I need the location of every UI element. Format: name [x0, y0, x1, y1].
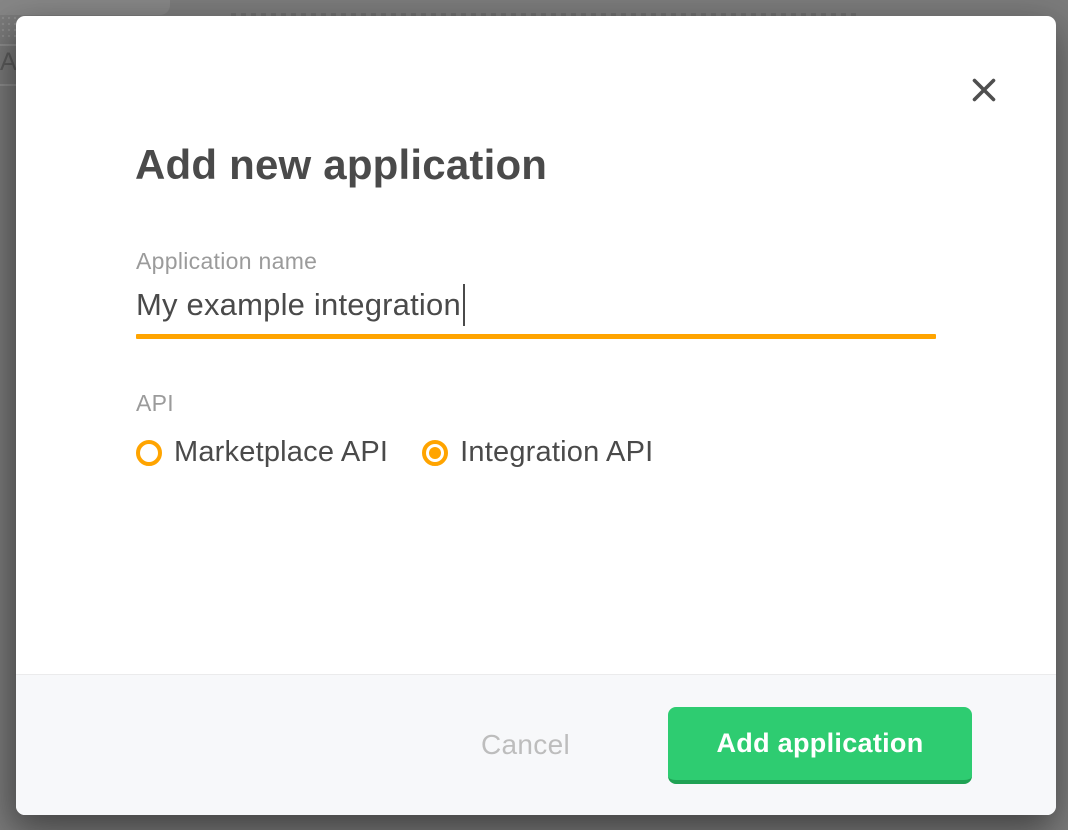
application-name-value: My example integration: [136, 287, 461, 323]
text-cursor: [463, 284, 465, 326]
modal-title: Add new application: [135, 140, 547, 190]
radio-option-marketplace-api[interactable]: Marketplace API: [136, 436, 388, 469]
radio-label-marketplace-api: Marketplace API: [174, 436, 388, 469]
input-underline: [136, 334, 936, 339]
modal-footer: Cancel Add application: [16, 674, 1056, 815]
background-divider-bottom: [0, 84, 16, 86]
background-divider-top: [0, 44, 16, 46]
close-icon: [971, 77, 997, 103]
application-name-label: Application name: [136, 248, 317, 275]
add-application-modal: Add new application Application name My …: [16, 16, 1056, 815]
close-button[interactable]: [964, 70, 1004, 110]
api-radio-group: Marketplace API Integration API: [136, 436, 653, 469]
radio-icon[interactable]: [422, 440, 448, 466]
radio-icon[interactable]: [136, 440, 162, 466]
background-card-edge: [0, 0, 170, 15]
application-name-input[interactable]: My example integration: [136, 280, 936, 330]
radio-option-integration-api[interactable]: Integration API: [422, 436, 653, 469]
add-application-button[interactable]: Add application: [668, 707, 972, 784]
api-label: API: [136, 390, 174, 417]
background-partial-text: A: [0, 48, 16, 76]
radio-label-integration-api: Integration API: [460, 436, 653, 469]
cancel-button[interactable]: Cancel: [481, 729, 570, 761]
